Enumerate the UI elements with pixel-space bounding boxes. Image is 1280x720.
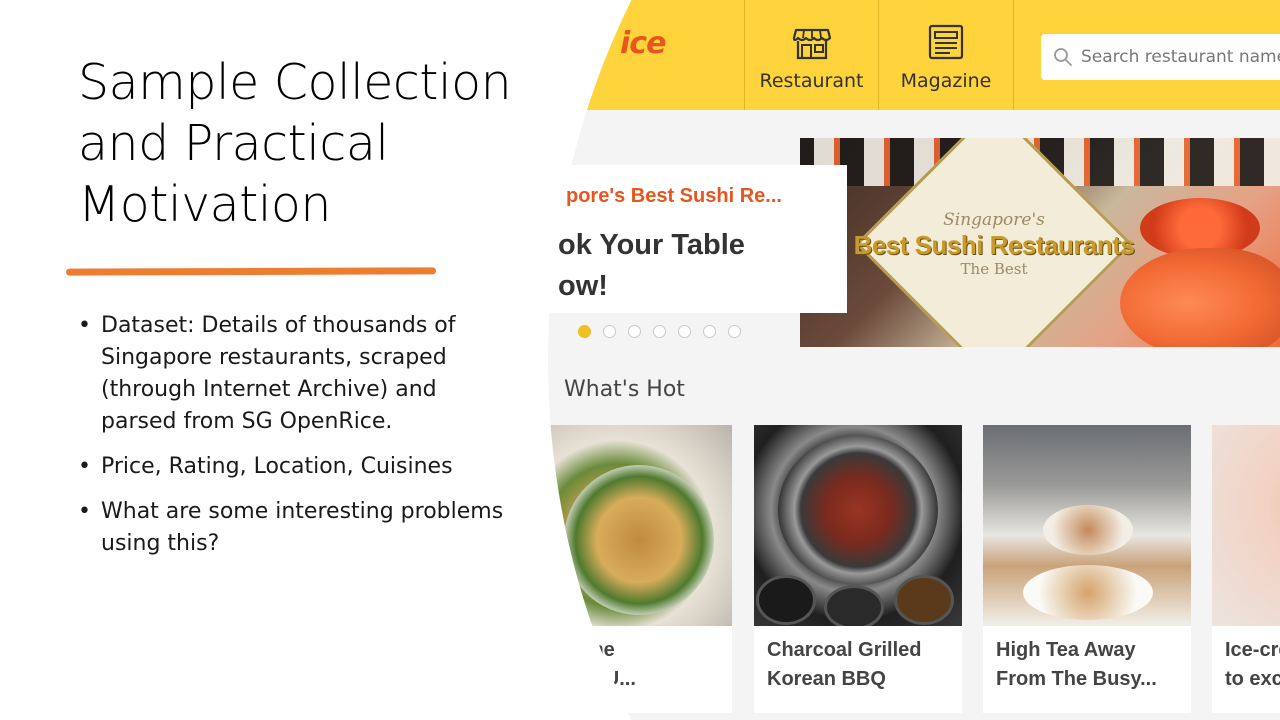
carousel-dot[interactable] <box>653 325 666 338</box>
card-title-line2: waited U... <box>548 668 636 690</box>
carousel-dot[interactable] <box>678 325 691 338</box>
tea-stand <box>1043 505 1133 555</box>
banner-image[interactable]: Singapore's Best Sushi Restaurants The B… <box>800 138 1280 347</box>
promo-kicker: pore's Best Sushi Re... <box>566 185 782 207</box>
carousel-dot[interactable] <box>728 325 741 338</box>
promo-headline-line1: ok Your Table <box>558 229 745 261</box>
whats-hot-title: What's Hot <box>564 377 685 402</box>
salmon-photo <box>1120 248 1280 347</box>
bullet-list: Dataset: Details of thousands of Singapo… <box>78 310 508 573</box>
banner-diamond-text: Singapore's Best Sushi Restaurants The B… <box>848 210 1140 278</box>
card-title-line1: Ice-cre <box>1225 639 1280 661</box>
card-image <box>1212 425 1280 626</box>
search-input[interactable] <box>1081 44 1280 70</box>
promo-headline-line2: ow! <box>558 270 608 302</box>
card-title: Charcoal Grilled Korean BBQ <box>767 636 957 694</box>
banner-image-text-main: Best Sushi Restaurants <box>853 230 1135 260</box>
card-title-line1: Charcoal Grilled <box>767 639 922 661</box>
hot-card[interactable]: Ice-cre to exc <box>1212 425 1280 713</box>
card-image <box>983 425 1191 626</box>
tea-plate <box>1023 565 1153 620</box>
card-title: ere! The waited U... <box>548 636 727 694</box>
hot-card[interactable]: ere! The waited U... <box>548 425 732 713</box>
nav-magazine-label: Magazine <box>900 70 992 92</box>
card-title-line1: ere! The <box>548 639 615 661</box>
bullet-item: What are some interesting problems using… <box>78 496 508 560</box>
carousel-dot[interactable] <box>628 325 641 338</box>
search-box[interactable] <box>1041 34 1280 80</box>
bullet-item: Dataset: Details of thousands of Singapo… <box>78 310 508 438</box>
carousel-dot[interactable] <box>703 325 716 338</box>
card-title-line1: High Tea Away <box>996 639 1136 661</box>
carousel-dot[interactable] <box>603 325 616 338</box>
bullet-item: Price, Rating, Location, Cuisines <box>78 451 508 483</box>
nav-restaurant-label: Restaurant <box>759 70 864 92</box>
nav-restaurant[interactable]: Restaurant <box>744 0 878 110</box>
side-dish <box>756 575 816 625</box>
grill-plate <box>778 435 938 585</box>
card-title: Ice-cre to exc <box>1225 636 1280 694</box>
banner-image-text-top: Singapore's <box>943 210 1045 230</box>
card-title: High Tea Away From The Busy... <box>996 636 1186 694</box>
food-plate <box>564 465 714 615</box>
nav-magazine[interactable]: Magazine <box>878 0 1014 110</box>
card-image <box>548 425 732 626</box>
hot-card[interactable]: High Tea Away From The Busy... <box>983 425 1191 713</box>
newspaper-icon <box>928 24 964 60</box>
title-underline <box>65 267 437 276</box>
site-logo[interactable]: ice <box>620 26 666 61</box>
banner-promo-card[interactable]: pore's Best Sushi Re... ok Your Table ow… <box>548 165 847 313</box>
carousel-dots <box>578 325 753 339</box>
promo-headline: ok Your Table ow! <box>558 225 848 307</box>
search-icon <box>1054 48 1072 66</box>
hot-card[interactable]: Charcoal Grilled Korean BBQ <box>754 425 962 713</box>
slide-title: Sample Collection and Practical Motivati… <box>78 54 512 233</box>
storefront-icon <box>792 28 831 60</box>
side-dish <box>894 575 954 625</box>
side-dish <box>824 585 884 626</box>
banner-image-text-sub: The Best <box>960 260 1028 278</box>
openrice-screenshot: ice Restaurant Magazine Search restauran… <box>548 0 1280 720</box>
card-image <box>754 425 962 626</box>
card-title-line2: From The Busy... <box>996 668 1157 690</box>
card-title-line2: Korean BBQ <box>767 668 886 690</box>
site-header: ice Restaurant Magazine <box>548 0 1280 110</box>
carousel-dot[interactable] <box>578 325 591 338</box>
card-title-line2: to exc <box>1225 668 1280 690</box>
